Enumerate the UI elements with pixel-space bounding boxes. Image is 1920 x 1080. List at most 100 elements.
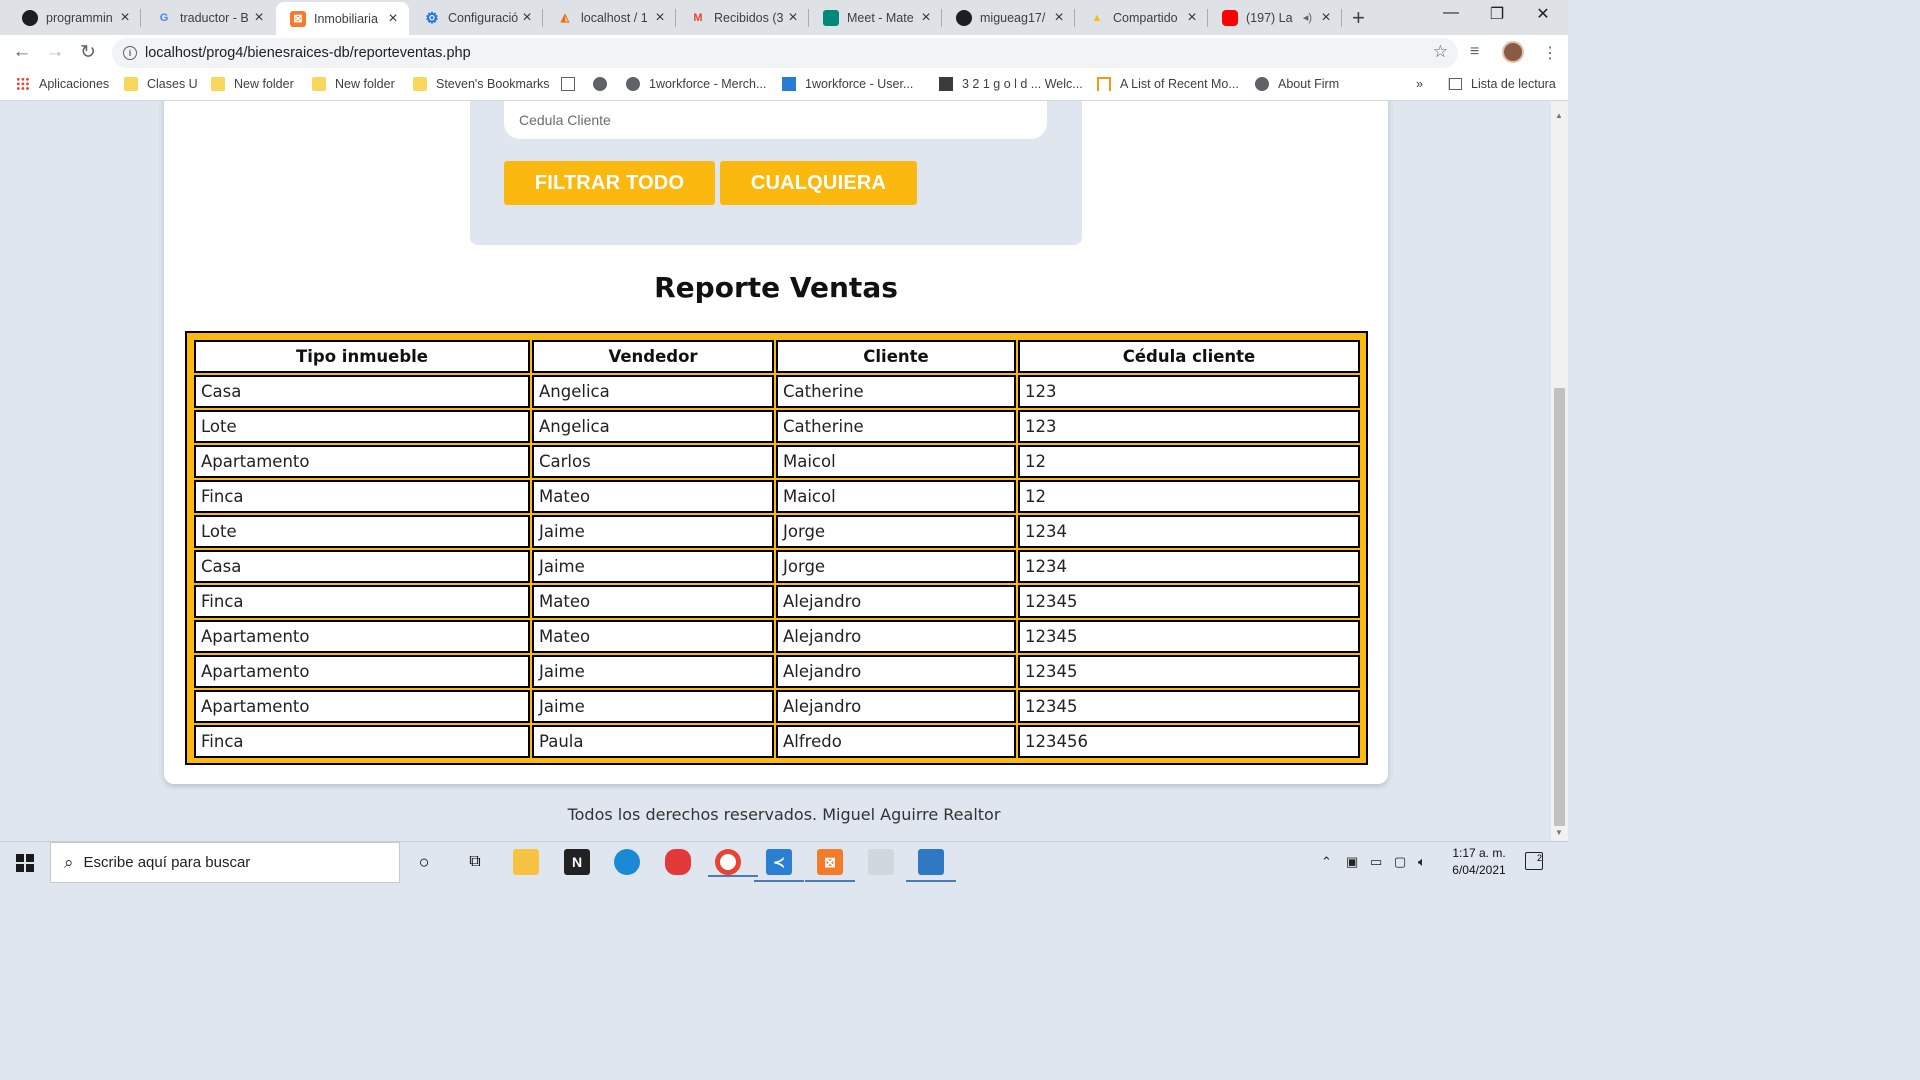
- table-cell: Jaime: [532, 515, 774, 548]
- browser-tab[interactable]: ◭ localhost / 1 ×: [543, 0, 676, 35]
- reading-list-button[interactable]: Lista de lectura: [1448, 77, 1556, 91]
- bookmark-item[interactable]: New folder: [312, 77, 395, 91]
- restore-button[interactable]: ❐: [1474, 4, 1520, 24]
- close-window-button[interactable]: ✕: [1520, 4, 1566, 24]
- table-header-row: Tipo inmueble Vendedor Cliente Cédula cl…: [194, 340, 1360, 373]
- table-cell: Alejandro: [776, 585, 1016, 618]
- gold-321-icon: [939, 77, 953, 91]
- browser-tab[interactable]: ▲ Compartido ×: [1075, 0, 1208, 35]
- scrollbar-thumb[interactable]: [1554, 388, 1565, 826]
- browser-tab[interactable]: Gtraductor - B ×: [142, 0, 275, 35]
- photos-icon[interactable]: [906, 849, 956, 882]
- table-row: Lote Jaime Jorge 1234: [194, 515, 1360, 548]
- cualquiera-button[interactable]: CUALQUIERA: [720, 161, 917, 205]
- site-info-icon[interactable]: i: [123, 46, 137, 60]
- bookmark-item[interactable]: 3 2 1 g o l d ... Welc...: [939, 77, 1083, 91]
- tab-close-icon[interactable]: ×: [1184, 9, 1200, 27]
- address-url[interactable]: localhost/prog4/bienesraices-db/reportev…: [145, 45, 471, 61]
- page-scrollbar[interactable]: ▲ ▼: [1551, 101, 1568, 841]
- reload-button[interactable]: ↻: [76, 41, 100, 64]
- browser-tab[interactable]: M Recibidos (3 ×: [676, 0, 809, 35]
- media-playlist-icon[interactable]: ≡: [1470, 43, 1479, 61]
- tab-close-icon[interactable]: ×: [519, 9, 535, 27]
- table-cell: Apartamento: [194, 655, 530, 688]
- menu-kebab-icon[interactable]: ⋮: [1542, 43, 1558, 63]
- scroll-up-arrow-icon[interactable]: ▲: [1555, 111, 1563, 120]
- bookmark-item[interactable]: [561, 77, 584, 91]
- filtrar-todo-button[interactable]: FILTRAR TODO: [504, 161, 715, 205]
- browser-tab[interactable]: (197) La ◂) ×: [1208, 0, 1342, 35]
- back-button[interactable]: ←: [10, 41, 34, 63]
- bookmark-item[interactable]: Steven's Bookmarks: [413, 77, 550, 91]
- edge-icon[interactable]: [614, 849, 640, 875]
- globe-icon: [593, 77, 607, 91]
- bookmark-item[interactable]: A List of Recent Mo...: [1097, 77, 1239, 91]
- table-cell: Jorge: [776, 550, 1016, 583]
- table-cell: Finca: [194, 480, 530, 513]
- sales-report-table-frame: Tipo inmueble Vendedor Cliente Cédula cl…: [185, 331, 1368, 765]
- bookmark-item[interactable]: 1workforce - Merch...: [626, 77, 766, 91]
- page-viewport: FILTRAR TODO CUALQUIERA Reporte Ventas T…: [0, 101, 1568, 841]
- browser-tab[interactable]: ⚙ Configuració ×: [410, 0, 543, 35]
- table-row: Apartamento Carlos Maicol 12: [194, 445, 1360, 478]
- tab-close-icon[interactable]: ×: [652, 9, 668, 27]
- table-cell: Alfredo: [776, 725, 1016, 758]
- search-icon: ⌕: [64, 852, 74, 872]
- notion-icon[interactable]: N: [564, 849, 590, 875]
- tab-close-icon[interactable]: ×: [117, 9, 133, 27]
- bookmark-item[interactable]: 1workforce - User...: [782, 77, 913, 91]
- taskbar-clock[interactable]: 1:17 a. m. 6/04/2021: [1440, 845, 1518, 879]
- bookmark-item[interactable]: [593, 77, 616, 91]
- tab-close-icon[interactable]: ×: [385, 10, 401, 28]
- tab-audio-icon[interactable]: ◂): [1303, 11, 1312, 24]
- chrome-icon[interactable]: [708, 849, 758, 877]
- windows-taskbar: ⌕ Escribe aquí para buscar ○ ⧉ N ≺ ⊠ ⌃ ▣…: [0, 841, 1568, 883]
- cortana-icon[interactable]: ○: [411, 849, 437, 875]
- meet-now-icon[interactable]: ▣: [1346, 854, 1358, 870]
- taskbar-search-placeholder: Escribe aquí para buscar: [83, 854, 251, 871]
- table-row: Apartamento Mateo Alejandro 12345: [194, 620, 1360, 653]
- table-cell: Mateo: [532, 480, 774, 513]
- task-view-icon[interactable]: ⧉: [462, 849, 488, 875]
- tab-title: (197) La: [1246, 10, 1293, 25]
- bookmark-item[interactable]: Aplicaciones: [16, 77, 109, 91]
- filter-form: FILTRAR TODO CUALQUIERA: [470, 101, 1082, 245]
- battery-icon[interactable]: ▭: [1370, 854, 1382, 870]
- scroll-down-arrow-icon[interactable]: ▼: [1555, 828, 1563, 837]
- vscode-icon[interactable]: ≺: [754, 849, 804, 882]
- tray-chevron-icon[interactable]: ⌃: [1321, 854, 1332, 870]
- tab-close-icon[interactable]: ×: [1318, 9, 1334, 27]
- tab-close-icon[interactable]: ×: [251, 9, 267, 27]
- network-icon[interactable]: ▢: [1394, 854, 1406, 870]
- tab-close-icon[interactable]: ×: [785, 9, 801, 27]
- file-explorer-icon[interactable]: [513, 849, 539, 875]
- taskbar-search-box[interactable]: ⌕ Escribe aquí para buscar: [50, 842, 400, 883]
- address-bar[interactable]: i localhost/prog4/bienesraices-db/report…: [112, 38, 1458, 68]
- cedula-cliente-input[interactable]: [504, 101, 1047, 139]
- header-tipo-inmueble: Tipo inmueble: [194, 340, 530, 373]
- tab-close-icon[interactable]: ×: [918, 9, 934, 27]
- anydesk-icon[interactable]: [665, 849, 691, 875]
- minimize-button[interactable]: —: [1428, 4, 1474, 22]
- bookmark-item[interactable]: About Firm: [1255, 77, 1339, 91]
- browser-tab[interactable]: programmin ×: [8, 0, 141, 35]
- volume-icon[interactable]: 🔈︎: [1418, 854, 1426, 870]
- windows-start-icon[interactable]: [16, 854, 34, 872]
- bookmark-label: New folder: [234, 77, 294, 91]
- bookmark-item[interactable]: Clases U: [124, 77, 198, 91]
- new-tab-button[interactable]: +: [1352, 5, 1365, 31]
- browser-tab[interactable]: Meet - Mate ×: [809, 0, 942, 35]
- page-footer: Todos los derechos reservados. Miguel Ag…: [567, 805, 1001, 824]
- bookmark-item[interactable]: New folder: [211, 77, 294, 91]
- notification-center-icon[interactable]: 2: [1525, 852, 1543, 870]
- xampp-icon[interactable]: ⊠: [805, 849, 855, 882]
- bookmarks-overflow-button[interactable]: »: [1416, 77, 1423, 91]
- browser-tab[interactable]: migueag17/ ×: [942, 0, 1075, 35]
- paint-icon[interactable]: [868, 849, 894, 875]
- github-icon: [956, 9, 972, 26]
- profile-avatar[interactable]: [1502, 41, 1524, 63]
- browser-tab[interactable]: ⊠ Inmobiliaria ×: [276, 2, 409, 35]
- forward-button[interactable]: →: [43, 41, 67, 63]
- tab-close-icon[interactable]: ×: [1051, 9, 1067, 27]
- bookmark-star-icon[interactable]: ☆: [1433, 42, 1448, 62]
